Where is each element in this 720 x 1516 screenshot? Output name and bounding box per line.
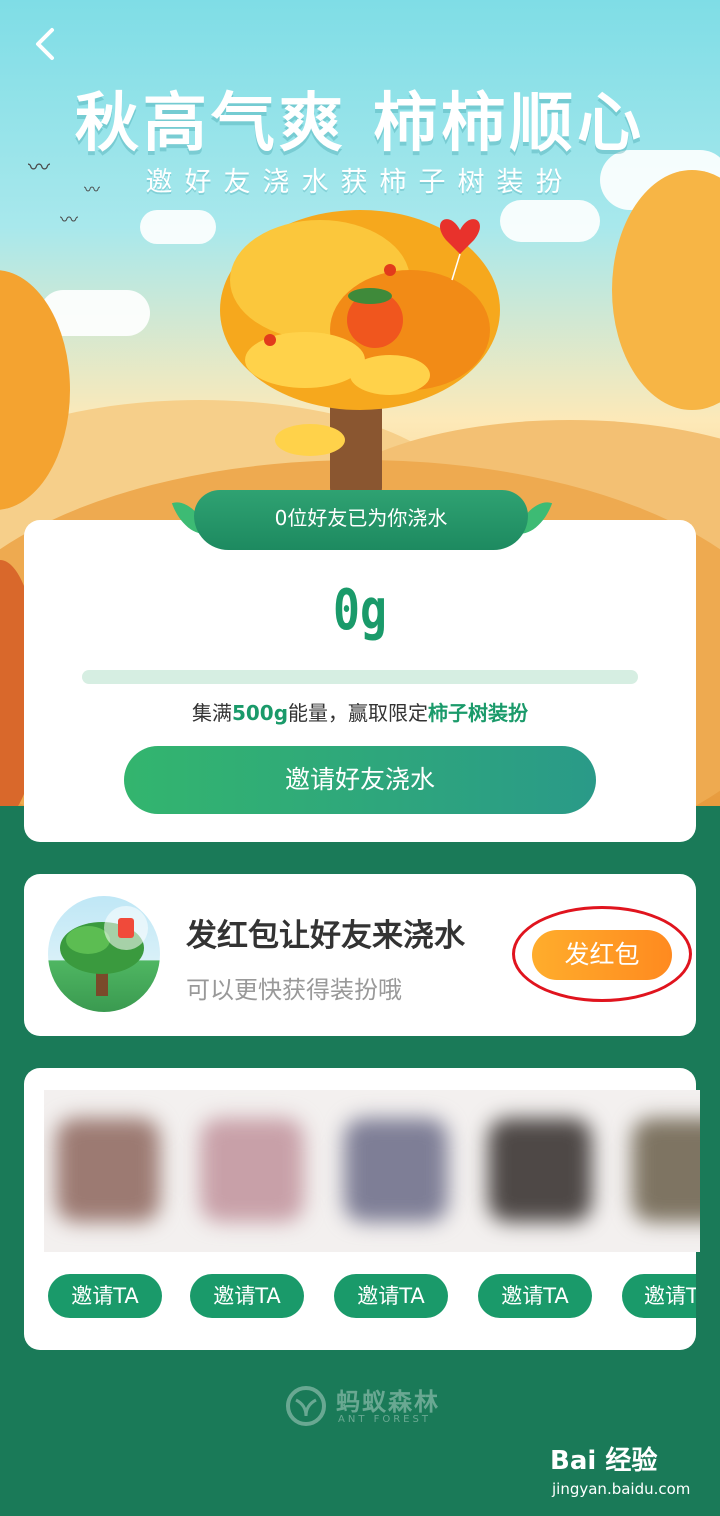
red-packet-subtitle: 可以更快获得装扮哦 [186, 976, 402, 1004]
invite-friend-button[interactable]: 邀请TA [190, 1274, 304, 1318]
tree-icon [60, 906, 148, 996]
friend-avatar [632, 1118, 700, 1222]
goal-middle: 能量，赢取限定 [288, 701, 429, 725]
goal-description: 集满500g能量，赢取限定柿子树装扮 [0, 697, 720, 726]
friends-avatar-strip[interactable] [44, 1090, 700, 1252]
red-packet-title: 发红包让好友来浇水 [186, 918, 465, 954]
baidu-watermark-url: jingyan.baidu.com [552, 1480, 691, 1498]
footer-brand-en: ANT FOREST [338, 1414, 431, 1425]
invite-friend-button[interactable]: 邀请TA [622, 1274, 696, 1318]
invite-friends-water-button[interactable]: 邀请好友浇水 [124, 746, 596, 814]
goal-prefix: 集满 [191, 701, 232, 725]
invite-friend-button[interactable]: 邀请TA [478, 1274, 592, 1318]
friends-watered-ribbon: 0位好友已为你浇水 [194, 490, 528, 550]
hero-title: 秋高气爽 柿柿顺心 [74, 87, 646, 161]
persimmon-tree-illustration [220, 210, 500, 500]
friend-avatar [56, 1118, 160, 1222]
cloud [500, 200, 600, 242]
back-button[interactable] [26, 24, 66, 64]
friend-avatar [344, 1118, 448, 1222]
energy-amount: 0g [333, 578, 387, 643]
footer-brand: 蚂蚁森林 [336, 1388, 440, 1416]
goal-amount: 500g [231, 701, 289, 725]
highlight-circle-annotation [512, 906, 692, 1002]
tree-avatar [48, 896, 160, 1012]
friend-avatar [488, 1118, 592, 1222]
chevron-left-icon [36, 28, 54, 60]
energy-progress-bar [82, 670, 638, 684]
bird-icon: 〰 [60, 210, 78, 231]
baidu-watermark: Bai 经验 [550, 1446, 658, 1476]
invite-friend-button[interactable]: 邀请TA [48, 1274, 162, 1318]
cloud [140, 210, 216, 244]
friend-avatar [200, 1118, 304, 1222]
invite-friend-button[interactable]: 邀请TA [334, 1274, 448, 1318]
hero-subtitle: 邀好友浇水获柿子树装扮 [145, 167, 575, 198]
goal-reward: 柿子树装扮 [428, 701, 529, 725]
